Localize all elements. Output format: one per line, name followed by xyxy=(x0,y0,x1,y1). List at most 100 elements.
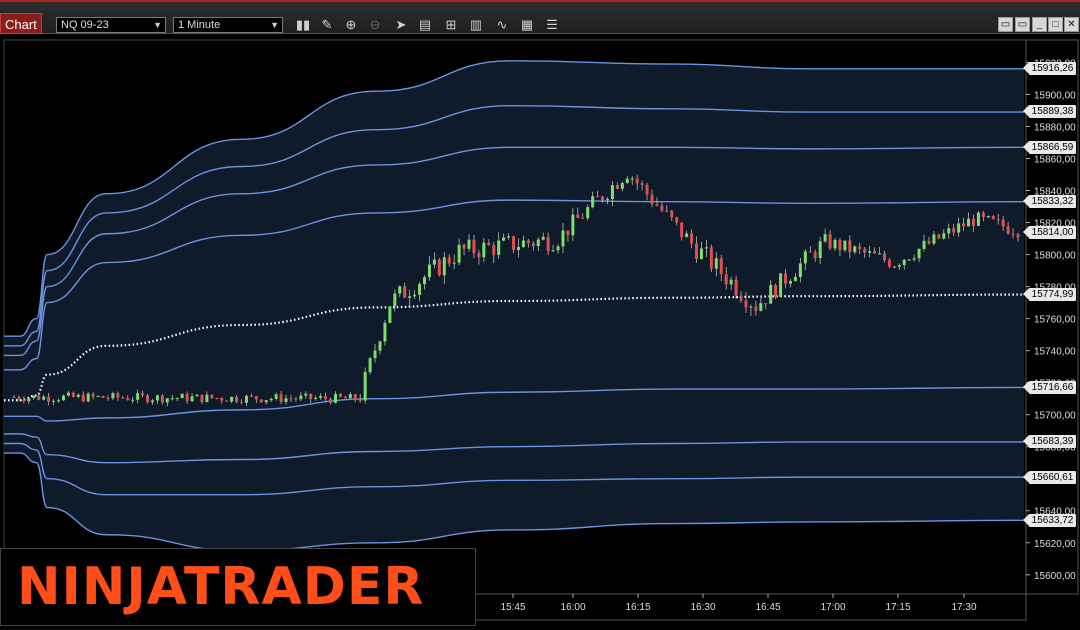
candle-body xyxy=(333,393,337,403)
price-marker: 15660,61 xyxy=(1023,471,1076,485)
candle-body xyxy=(175,398,179,400)
candle-body xyxy=(61,395,65,401)
candle-body xyxy=(670,210,674,218)
restore-alt-icon[interactable]: ▭ xyxy=(1015,17,1030,32)
instrument-selector[interactable]: NQ 09-23 ▼ xyxy=(56,17,166,33)
candle-body xyxy=(596,196,600,198)
candle-body xyxy=(37,395,41,400)
candle-body xyxy=(126,398,130,401)
candle-body xyxy=(27,397,31,402)
candle-body xyxy=(803,251,807,264)
candle-body xyxy=(423,277,427,285)
price-marker: 15889,38 xyxy=(1023,104,1076,118)
candle-body xyxy=(749,306,753,308)
templates-icon[interactable]: ▦ xyxy=(518,16,536,34)
x-tick-label: 16:45 xyxy=(755,602,780,613)
interval-selector[interactable]: 1 Minute ▼ xyxy=(173,17,283,33)
candle-body xyxy=(917,248,921,259)
candle-body xyxy=(230,396,234,402)
bar-type-icon[interactable]: ▮▮ xyxy=(294,16,312,34)
ninjatrader-logo: NINJATRADER xyxy=(17,557,425,617)
candle-body xyxy=(581,217,585,219)
candle-body xyxy=(235,396,239,402)
candle-body xyxy=(942,233,946,239)
candle-body xyxy=(111,393,115,399)
candle-body xyxy=(71,392,75,397)
maximize-icon[interactable]: □ xyxy=(1048,17,1063,32)
x-tick-label: 17:00 xyxy=(820,602,845,613)
candle-body xyxy=(556,246,560,251)
instrument-value: NQ 09-23 xyxy=(61,19,109,31)
candle-body xyxy=(630,178,634,180)
candle-body xyxy=(452,262,456,264)
candle-body xyxy=(625,178,629,183)
candle-body xyxy=(150,400,154,403)
chart-properties-icon[interactable]: ⊞ xyxy=(442,16,460,34)
candle-body xyxy=(66,392,70,396)
candle-body xyxy=(610,185,614,200)
y-tick-label: 15620,00 xyxy=(1034,539,1076,550)
candle-body xyxy=(551,250,555,252)
candle-body xyxy=(472,239,476,254)
candle-body xyxy=(719,258,723,275)
zoom-in-icon[interactable]: ⊕ xyxy=(342,16,360,34)
candle-body xyxy=(507,236,511,238)
candle-body xyxy=(912,258,916,260)
close-icon[interactable]: ✕ xyxy=(1064,17,1079,32)
candle-body xyxy=(492,245,496,255)
candle-body xyxy=(724,274,728,285)
candle-body xyxy=(314,397,318,400)
candle-body xyxy=(338,393,342,397)
candle-body xyxy=(264,400,268,403)
chart-tab[interactable]: Chart xyxy=(0,13,42,34)
price-chart[interactable]: 15920,0015900,0015880,0015860,0015840,00… xyxy=(0,34,1080,630)
candle-body xyxy=(240,401,244,403)
candle-body xyxy=(259,399,263,403)
candle-body xyxy=(808,251,812,253)
candle-body xyxy=(858,246,862,249)
candle-body xyxy=(690,233,694,244)
candle-body xyxy=(81,394,85,402)
y-tick-label: 15860,00 xyxy=(1034,154,1076,165)
candle-body xyxy=(635,178,639,184)
candle-body xyxy=(704,247,708,249)
candle-body xyxy=(754,306,758,311)
candle-body xyxy=(279,394,283,402)
candle-body xyxy=(957,223,961,233)
chart-panel[interactable]: 15920,0015900,0015880,0015860,0015840,00… xyxy=(0,34,1080,630)
chevron-down-icon: ▼ xyxy=(153,20,162,30)
candle-body xyxy=(284,398,288,402)
candle-body xyxy=(892,266,896,268)
candle-body xyxy=(818,241,822,259)
candle-body xyxy=(457,244,461,263)
minimize-icon[interactable]: _ xyxy=(1032,17,1047,32)
zoom-out-icon[interactable]: ⊖ xyxy=(366,16,384,34)
candle-body xyxy=(536,239,540,247)
pencil-icon[interactable]: ✎ xyxy=(318,16,336,34)
candle-body xyxy=(200,394,204,402)
candle-body xyxy=(897,265,901,267)
candle-body xyxy=(1001,219,1005,227)
candle-body xyxy=(155,395,159,401)
restore-icon[interactable]: ▭ xyxy=(998,17,1013,32)
indicators-icon[interactable]: ∿ xyxy=(493,16,511,34)
candle-body xyxy=(952,228,956,233)
candle-body xyxy=(784,273,788,284)
properties-icon[interactable]: ☰ xyxy=(543,16,561,34)
data-box-icon[interactable]: ▤ xyxy=(416,16,434,34)
candle-body xyxy=(210,394,214,399)
price-marker: 15633,72 xyxy=(1023,514,1076,528)
y-tick-label: 15900,00 xyxy=(1034,90,1076,101)
candle-body xyxy=(22,399,26,402)
candle-body xyxy=(591,196,595,208)
candle-body xyxy=(289,398,293,400)
candle-body xyxy=(418,284,422,295)
y-tick-label: 15760,00 xyxy=(1034,315,1076,326)
candle-body xyxy=(932,234,936,244)
candle-body xyxy=(329,399,333,403)
candle-body xyxy=(180,394,184,399)
strategies-icon[interactable]: ▥ xyxy=(467,16,485,34)
pointer-icon[interactable]: ➤ xyxy=(392,16,410,34)
candle-body xyxy=(526,240,530,244)
candle-body xyxy=(660,205,664,211)
